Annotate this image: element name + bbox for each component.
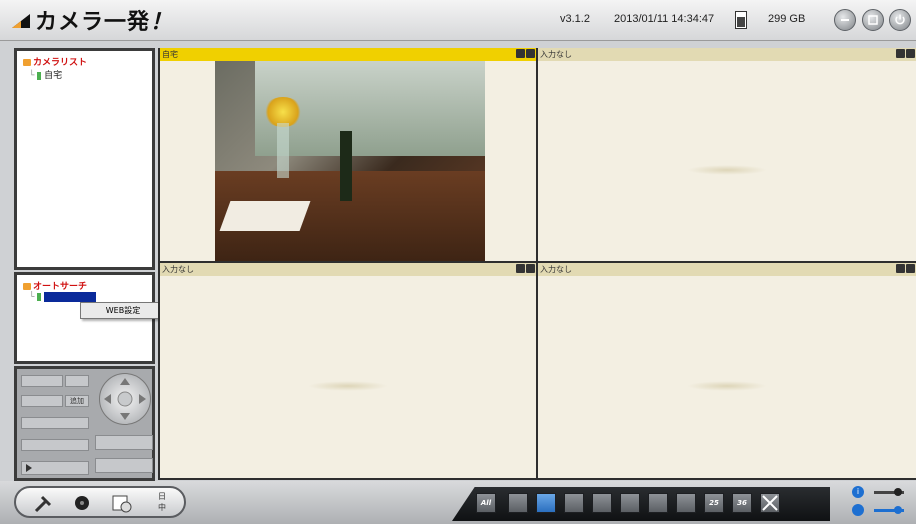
camera-pane[interactable]: 入力なし <box>160 263 536 478</box>
ptz-control-panel: 追加 <box>14 366 155 481</box>
volume-slider[interactable] <box>874 488 904 496</box>
mode-select[interactable] <box>21 439 89 451</box>
camera-pane[interactable]: 入力なし <box>538 263 916 478</box>
no-signal-placeholder <box>687 381 767 392</box>
disk-space-label: 299 GB <box>768 13 806 25</box>
auto-search-item[interactable]: └ <box>29 292 97 303</box>
play-control[interactable] <box>21 461 89 475</box>
selected-device-highlight[interactable] <box>44 292 97 302</box>
layout-selector: All 25 36 <box>452 487 830 521</box>
layout-all-button[interactable]: All <box>476 493 496 513</box>
schedule-clock-icon[interactable] <box>110 491 134 515</box>
web-settings-menu-item[interactable]: WEB設定 <box>80 302 166 319</box>
record-icon[interactable] <box>70 491 94 515</box>
layout-16-button[interactable] <box>676 493 696 513</box>
title-bar: カメラ一発 ！ v3.1.2 2013/01/11 14:34:47 299 G… <box>0 0 916 41</box>
layout-1-button[interactable] <box>508 493 528 513</box>
camera-view-grid: 自宅 入力なし 入力なし 入力なし <box>158 48 916 480</box>
play-icon <box>26 464 32 472</box>
folder-icon <box>23 283 31 290</box>
app-title-exclaim: ！ <box>150 10 174 35</box>
pane-label: 入力なし <box>162 265 194 274</box>
disk-gauge-icon <box>735 11 747 29</box>
record-icon[interactable] <box>526 49 535 58</box>
channel-select[interactable] <box>21 375 63 387</box>
no-signal-placeholder <box>308 381 388 392</box>
layout-9-button[interactable] <box>592 493 612 513</box>
tools-group: 日中 <box>14 486 186 518</box>
camera-list-header[interactable]: カメラリスト <box>23 55 87 68</box>
layout-25-button[interactable]: 25 <box>704 493 724 513</box>
datetime-label: 2013/01/11 14:34:47 <box>614 13 715 25</box>
camera-logo-icon <box>12 14 30 28</box>
camera-pane[interactable]: 入力なし <box>538 48 916 261</box>
pane-header: 入力なし <box>538 263 916 276</box>
camera-list-title: カメラリスト <box>33 58 88 68</box>
version-label: v3.1.2 <box>560 13 590 25</box>
minimize-button[interactable] <box>834 9 856 31</box>
window-icon <box>868 15 878 25</box>
layout-36-label: 36 <box>737 499 747 507</box>
power-icon <box>895 14 905 25</box>
pane-label: 入力なし <box>540 50 572 59</box>
add-button[interactable]: 追加 <box>65 395 89 407</box>
snapshot-icon[interactable] <box>896 264 905 273</box>
camera-item-label: 自宅 <box>44 71 63 81</box>
record-icon[interactable] <box>906 264 915 273</box>
layout-25-label: 25 <box>709 499 719 507</box>
speed-select[interactable] <box>21 417 89 429</box>
ptz-button-2[interactable] <box>95 458 153 473</box>
auto-search-header[interactable]: オートサーチ <box>23 279 87 292</box>
pane-header: 入力なし <box>160 263 536 276</box>
preset-input[interactable] <box>21 395 63 407</box>
audio-controls: i <box>846 486 916 520</box>
power-button[interactable] <box>889 9 911 31</box>
mic-slider[interactable] <box>874 506 904 514</box>
camera-list-panel: カメラリスト └ 自宅 <box>14 48 155 270</box>
fullscreen-button[interactable] <box>760 493 780 513</box>
snapshot-icon[interactable] <box>516 264 525 273</box>
info-icon[interactable]: i <box>852 486 864 498</box>
live-video-feed <box>215 61 485 261</box>
no-signal-placeholder <box>687 165 767 176</box>
fullscreen-icon <box>762 495 778 511</box>
folder-icon <box>23 59 31 66</box>
direction-arrows-icon <box>104 378 146 420</box>
tree-branch-icon: └ <box>29 292 35 303</box>
ptz-button-1[interactable] <box>95 435 153 450</box>
number-select[interactable] <box>65 375 89 387</box>
camera-item-home[interactable]: └ 自宅 <box>29 68 62 81</box>
layout-6-button[interactable] <box>564 493 584 513</box>
calendar-icon[interactable]: 日中 <box>150 491 174 515</box>
settings-tools-icon[interactable] <box>32 491 56 515</box>
snapshot-icon[interactable] <box>896 49 905 58</box>
snapshot-icon[interactable] <box>516 49 525 58</box>
camera-status-icon <box>37 71 42 80</box>
record-icon[interactable] <box>526 264 535 273</box>
record-icon[interactable] <box>906 49 915 58</box>
ptz-joystick[interactable] <box>99 373 151 425</box>
app-logo: カメラ一発 ！ <box>10 6 174 35</box>
speaker-icon[interactable] <box>852 504 864 516</box>
pane-header: 入力なし <box>538 48 916 61</box>
minimize-icon <box>841 19 849 21</box>
pane-label: 自宅 <box>162 50 178 59</box>
app-title: カメラ一発 <box>35 10 151 35</box>
layout-4-button[interactable] <box>536 493 556 513</box>
camera-status-icon <box>37 293 42 301</box>
layout-all-label: All <box>480 499 492 507</box>
camera-pane[interactable]: 自宅 <box>160 48 536 261</box>
layout-13-button[interactable] <box>648 493 668 513</box>
layout-36-button[interactable]: 36 <box>732 493 752 513</box>
pane-header: 自宅 <box>160 48 536 61</box>
auto-search-title: オートサーチ <box>33 282 88 292</box>
tree-branch-icon: └ <box>29 71 35 81</box>
restore-button[interactable] <box>862 9 884 31</box>
layout-10-button[interactable] <box>620 493 640 513</box>
pane-label: 入力なし <box>540 265 572 274</box>
